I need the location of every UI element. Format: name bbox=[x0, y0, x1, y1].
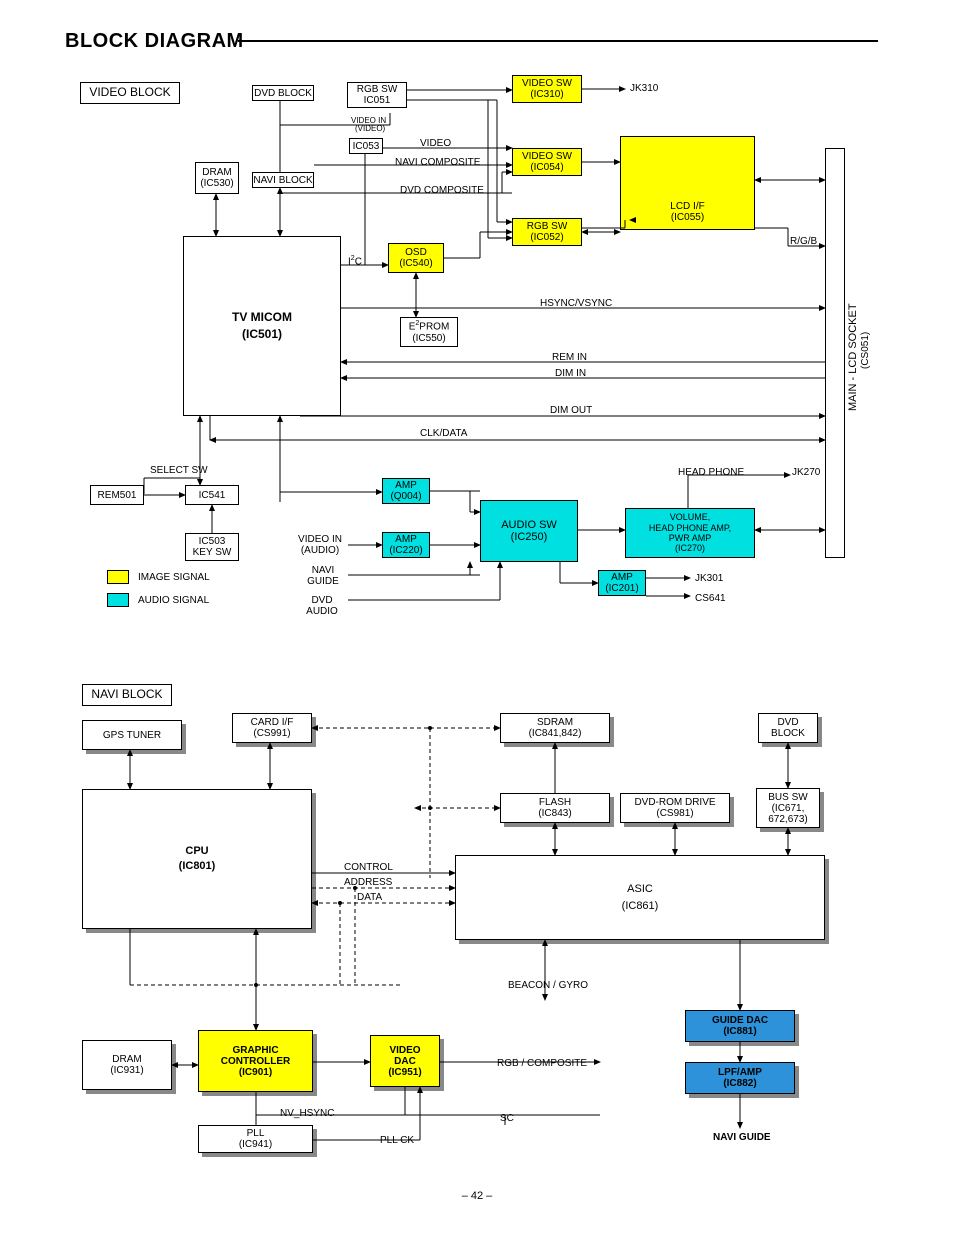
navi-wires bbox=[0, 0, 954, 1235]
page: BLOCK DIAGRAM VIDEO BLOCK DVD BLOCK NAVI… bbox=[0, 0, 954, 1235]
page-number: – 42 – bbox=[0, 1190, 954, 1202]
